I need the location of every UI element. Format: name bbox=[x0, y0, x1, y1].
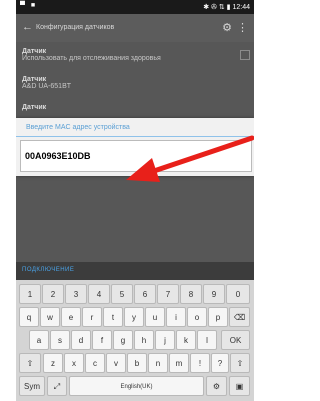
handwriting-icon[interactable]: ⤢ bbox=[47, 376, 67, 396]
key-u[interactable]: u bbox=[145, 307, 165, 327]
key-o[interactable]: o bbox=[187, 307, 207, 327]
keyboard-layout-label: ПОДКЛЮЧЕНИЕ bbox=[22, 267, 75, 273]
key-1[interactable]: 1 bbox=[19, 284, 41, 304]
settings-key-icon[interactable]: ⚙ bbox=[206, 376, 227, 396]
key-k[interactable]: k bbox=[176, 330, 196, 350]
phone-screen: ▀ ■ ✱ ✇ ⇅ ▮ 12:44 ← Конфигурация датчико… bbox=[16, 0, 254, 401]
key-t[interactable]: t bbox=[103, 307, 123, 327]
key-4[interactable]: 4 bbox=[88, 284, 110, 304]
key-q[interactable]: q bbox=[19, 307, 39, 327]
key-f[interactable]: f bbox=[92, 330, 112, 350]
pref-subtitle: Использовать для отслеживания здоровья bbox=[22, 55, 161, 62]
key-p[interactable]: p bbox=[208, 307, 228, 327]
key-d[interactable]: d bbox=[71, 330, 91, 350]
key-7[interactable]: 7 bbox=[157, 284, 179, 304]
key-0[interactable]: 0 bbox=[226, 284, 250, 304]
key-z[interactable]: z bbox=[43, 353, 63, 373]
backspace-icon[interactable]: ⌫ bbox=[229, 307, 250, 327]
key-l[interactable]: l bbox=[197, 330, 217, 350]
sym-key[interactable]: Sym bbox=[19, 376, 45, 396]
status-bar: ▀ ■ ✱ ✇ ⇅ ▮ 12:44 bbox=[16, 0, 254, 14]
settings-list: Датчик Использовать для отслеживания здо… bbox=[16, 42, 254, 262]
key-6[interactable]: 6 bbox=[134, 284, 156, 304]
key-e[interactable]: e bbox=[61, 307, 81, 327]
dialog-hint: Введите MAC адрес устройства bbox=[26, 124, 130, 131]
key-n[interactable]: n bbox=[148, 353, 168, 373]
question-key[interactable]: ? bbox=[211, 353, 229, 373]
shift-right-icon[interactable]: ⇧ bbox=[230, 353, 250, 373]
status-icons-right: ✱ ✇ ⇅ ▮ 12:44 bbox=[203, 4, 250, 11]
pref-item-sensor-model[interactable]: Датчик A&D UA-651BT bbox=[22, 76, 71, 90]
pref-title: Датчик bbox=[22, 48, 47, 55]
more-options-icon[interactable]: ⋮ bbox=[237, 21, 248, 34]
mac-address-input[interactable] bbox=[25, 147, 155, 165]
key-2[interactable]: 2 bbox=[42, 284, 64, 304]
keyboard-suggestion-bar: ПОДКЛЮЧЕНИЕ bbox=[16, 262, 254, 280]
pref-title: Датчик bbox=[22, 76, 47, 83]
key-9[interactable]: 9 bbox=[203, 284, 225, 304]
key-a[interactable]: a bbox=[29, 330, 49, 350]
key-c[interactable]: c bbox=[85, 353, 105, 373]
key-m[interactable]: m bbox=[169, 353, 189, 373]
key-8[interactable]: 8 bbox=[180, 284, 202, 304]
pref-item-sensor-mac[interactable]: Датчик bbox=[22, 104, 46, 111]
clipboard-icon[interactable]: ▣ bbox=[229, 376, 250, 396]
space-bar[interactable]: English(UK) bbox=[69, 376, 204, 396]
key-x[interactable]: x bbox=[64, 353, 84, 373]
dialog-divider bbox=[16, 136, 254, 137]
ok-key[interactable]: OK bbox=[221, 330, 250, 350]
status-icons-left: ▀ ■ bbox=[20, 2, 38, 9]
shift-icon[interactable]: ⇧ bbox=[19, 353, 41, 373]
key-v[interactable]: v bbox=[106, 353, 126, 373]
key-g[interactable]: g bbox=[113, 330, 133, 350]
pref-subtitle: A&D UA-651BT bbox=[22, 83, 72, 90]
key-j[interactable]: j bbox=[155, 330, 175, 350]
app-bar: ← Конфигурация датчиков ⚙ ⋮ bbox=[16, 14, 254, 42]
key-s[interactable]: s bbox=[50, 330, 70, 350]
mac-address-field-box bbox=[20, 140, 252, 172]
mac-address-dialog: Введите MAC адрес устройства bbox=[16, 118, 254, 176]
back-arrow-icon[interactable]: ← bbox=[22, 21, 33, 33]
key-5[interactable]: 5 bbox=[111, 284, 133, 304]
page-title: Конфигурация датчиков bbox=[36, 24, 115, 31]
pref-title: Датчик bbox=[22, 104, 47, 111]
pref-item-sensor-health[interactable]: Датчик Использовать для отслеживания здо… bbox=[22, 48, 250, 62]
punctuation-key[interactable]: ! bbox=[190, 353, 210, 373]
pref-checkbox[interactable] bbox=[240, 50, 250, 60]
gear-icon[interactable]: ⚙ bbox=[222, 21, 232, 34]
key-i[interactable]: i bbox=[166, 307, 186, 327]
key-3[interactable]: 3 bbox=[65, 284, 87, 304]
key-b[interactable]: b bbox=[127, 353, 147, 373]
key-r[interactable]: r bbox=[82, 307, 102, 327]
key-h[interactable]: h bbox=[134, 330, 154, 350]
key-y[interactable]: y bbox=[124, 307, 144, 327]
key-w[interactable]: w bbox=[40, 307, 60, 327]
keyboard: 1 2 3 4 5 6 7 8 9 0 q w e r t y u i o p … bbox=[16, 280, 254, 401]
